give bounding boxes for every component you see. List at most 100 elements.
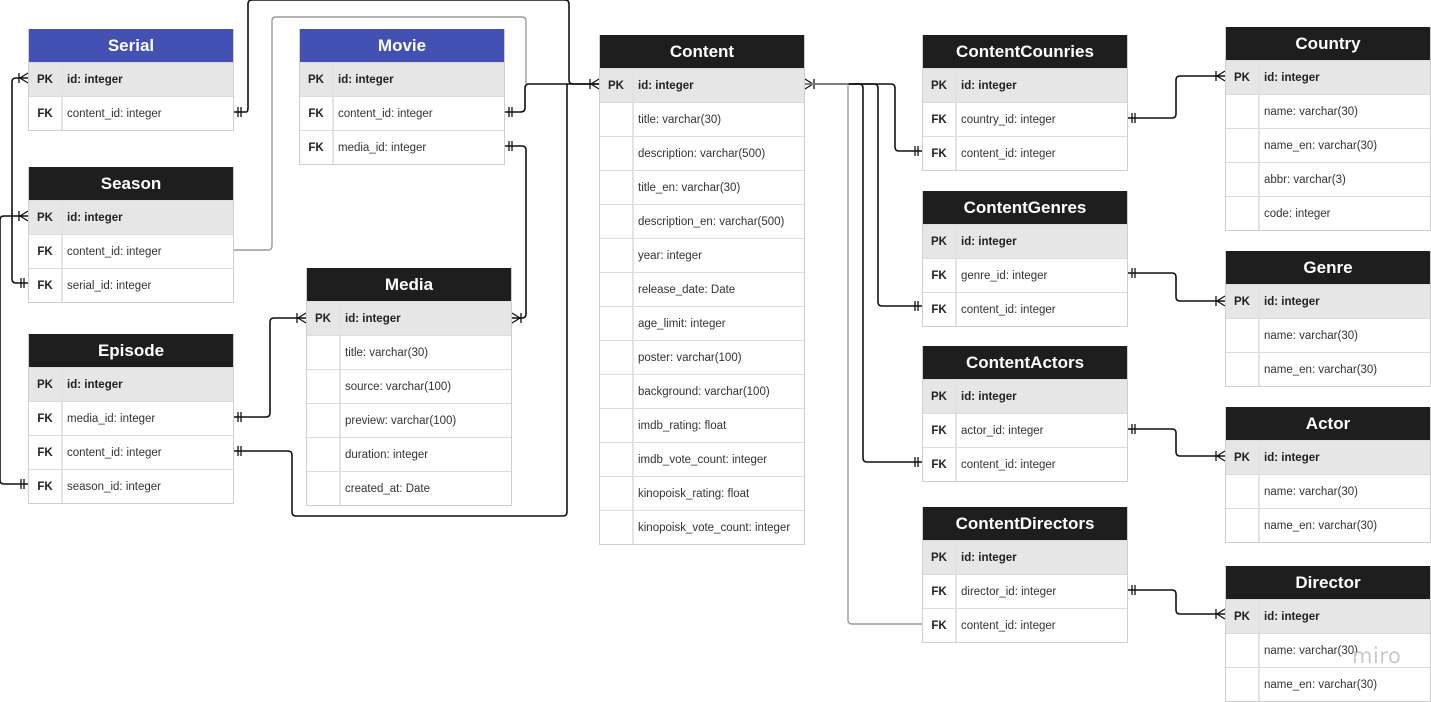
entity-row[interactable]: kinopoisk_vote_count: integer [600, 510, 804, 544]
entity-row[interactable]: PK id: integer [29, 367, 233, 401]
entity-episode[interactable]: Episode PK id: integer FK media_id: integer F… [28, 334, 234, 504]
field-label: country_id: integer [961, 113, 1056, 126]
entity-media[interactable]: Media PK id: integer title: varchar(30) sour… [306, 268, 512, 506]
entity-row[interactable]: FK serial_id: integer [29, 268, 233, 302]
entity-row[interactable]: PK id: integer [1226, 440, 1430, 474]
entity-content-actors[interactable]: ContentActors PK id: integer FK actor_id: in… [922, 346, 1128, 482]
entity-row[interactable]: name_en: varchar(30) [1226, 128, 1430, 162]
entity-row[interactable]: name_en: varchar(30) [1226, 508, 1430, 542]
key-label [1226, 475, 1260, 508]
one-mandatory-marker [914, 146, 919, 156]
entity-row[interactable]: PK id: integer [923, 224, 1127, 258]
entity-row[interactable]: PK id: integer [29, 62, 233, 96]
entity-row[interactable]: FK content_id: integer [923, 136, 1127, 170]
entity-row[interactable]: imdb_vote_count: integer [600, 442, 804, 476]
entity-row[interactable]: PK id: integer [1226, 599, 1430, 633]
entity-row[interactable]: title: varchar(30) [600, 102, 804, 136]
entity-row[interactable]: name_en: varchar(30) [1226, 352, 1430, 386]
entity-row[interactable]: PK id: integer [600, 68, 804, 102]
one-mandatory-marker [914, 457, 919, 467]
line-episode-season [0, 215, 28, 485]
entity-row[interactable]: PK id: integer [29, 200, 233, 234]
key-label: PK [307, 302, 341, 335]
entity-row[interactable]: FK content_id: integer [29, 435, 233, 469]
entity-row[interactable]: FK content_id: integer [29, 96, 233, 130]
key-label: FK [923, 293, 957, 326]
field-label: name_en: varchar(30) [1264, 139, 1378, 152]
entity-row[interactable]: year: integer [600, 238, 804, 272]
entity-title: Media [307, 268, 511, 301]
key-label: FK [923, 259, 957, 292]
entity-content[interactable]: Content PK id: integer title: varchar(30) de… [599, 35, 805, 545]
line-contentcountries-country [1128, 75, 1225, 119]
entity-row[interactable]: preview: varchar(100) [307, 403, 511, 437]
entity-row[interactable]: title: varchar(30) [307, 335, 511, 369]
entity-genre[interactable]: Genre PK id: integer name: varchar(30) name_… [1225, 251, 1431, 387]
entity-row[interactable]: description_en: varchar(500) [600, 204, 804, 238]
field-label: code: integer [1264, 207, 1331, 220]
one-mandatory-marker [508, 141, 513, 151]
entity-row[interactable]: name_en: varchar(30) [1226, 667, 1430, 701]
entity-row[interactable]: FK director_id: integer [923, 574, 1127, 608]
entity-row[interactable]: PK id: integer [923, 379, 1127, 413]
key-label [1226, 509, 1260, 542]
entity-row[interactable]: FK content_id: integer [923, 292, 1127, 326]
entity-row[interactable]: background: varchar(100) [600, 374, 804, 408]
entity-row[interactable]: FK season_id: integer [29, 469, 233, 503]
entity-row[interactable]: FK content_id: integer [300, 96, 504, 130]
entity-row[interactable]: FK media_id: integer [300, 130, 504, 164]
entity-row[interactable]: source: varchar(100) [307, 369, 511, 403]
key-label [307, 404, 341, 437]
entity-serial[interactable]: Serial PK id: integer FK content_id: integer [28, 29, 234, 131]
entity-row[interactable]: PK id: integer [1226, 60, 1430, 94]
entity-row[interactable]: duration: integer [307, 437, 511, 471]
key-label [1226, 353, 1260, 386]
entity-row[interactable]: name: varchar(30) [1226, 474, 1430, 508]
key-label: PK [923, 69, 957, 102]
entity-row[interactable]: FK content_id: integer [923, 447, 1127, 481]
entity-row[interactable]: abbr: varchar(3) [1226, 162, 1430, 196]
entity-row[interactable]: PK id: integer [923, 540, 1127, 574]
entity-row[interactable]: release_date: Date [600, 272, 804, 306]
entity-row[interactable]: description: varchar(500) [600, 136, 804, 170]
entity-row[interactable]: title_en: varchar(30) [600, 170, 804, 204]
entity-season[interactable]: Season PK id: integer FK content_id: integer… [28, 167, 234, 303]
one-mandatory-marker [237, 446, 242, 456]
entity-row[interactable]: FK genre_id: integer [923, 258, 1127, 292]
field-label: id: integer [67, 378, 123, 391]
entity-content-directors[interactable]: ContentDirectors PK id: integer FK director_… [922, 507, 1128, 643]
entity-content-genres[interactable]: ContentGenres PK id: integer FK genre_id: in… [922, 191, 1128, 327]
entity-row[interactable]: FK actor_id: integer [923, 413, 1127, 447]
entity-row[interactable]: code: integer [1226, 196, 1430, 230]
field-label: title: varchar(30) [638, 113, 722, 126]
entity-row[interactable]: created_at: Date [307, 471, 511, 505]
entity-row[interactable]: FK content_id: integer [923, 608, 1127, 642]
key-label [1226, 634, 1260, 667]
key-label [1226, 129, 1260, 162]
entity-row[interactable]: name: varchar(30) [1226, 94, 1430, 128]
entity-content-countries[interactable]: ContentCounries PK id: integer FK country_id… [922, 35, 1128, 171]
entity-row[interactable]: imdb_rating: float [600, 408, 804, 442]
entity-row[interactable]: age_limit: integer [600, 306, 804, 340]
entity-row[interactable]: FK country_id: integer [923, 102, 1127, 136]
one-mandatory-marker [237, 412, 242, 422]
entity-row[interactable]: kinopoisk_rating: float [600, 476, 804, 510]
entity-actor[interactable]: Actor PK id: integer name: varchar(30) name_… [1225, 407, 1431, 543]
entity-movie[interactable]: Movie PK id: integer FK content_id: integer F… [299, 29, 505, 165]
field-label: id: integer [345, 312, 401, 325]
field-label: media_id: integer [67, 412, 156, 425]
entity-row[interactable]: PK id: integer [923, 68, 1127, 102]
field-label: content_id: integer [961, 458, 1056, 471]
key-label [1226, 668, 1260, 701]
entity-row[interactable]: name: varchar(30) [1226, 318, 1430, 352]
entity-row[interactable]: PK id: integer [307, 301, 511, 335]
entity-row[interactable]: PK id: integer [300, 62, 504, 96]
entity-director[interactable]: Director PK id: integer name: varchar(30) na… [1225, 566, 1431, 702]
entity-country[interactable]: Country PK id: integer name: varchar(30) nam… [1225, 27, 1431, 231]
entity-row[interactable]: PK id: integer [1226, 284, 1430, 318]
entity-row[interactable]: poster: varchar(100) [600, 340, 804, 374]
field-label: year: integer [638, 249, 702, 262]
entity-row[interactable]: FK media_id: integer [29, 401, 233, 435]
key-label: PK [29, 201, 63, 234]
entity-row[interactable]: FK content_id: integer [29, 234, 233, 268]
